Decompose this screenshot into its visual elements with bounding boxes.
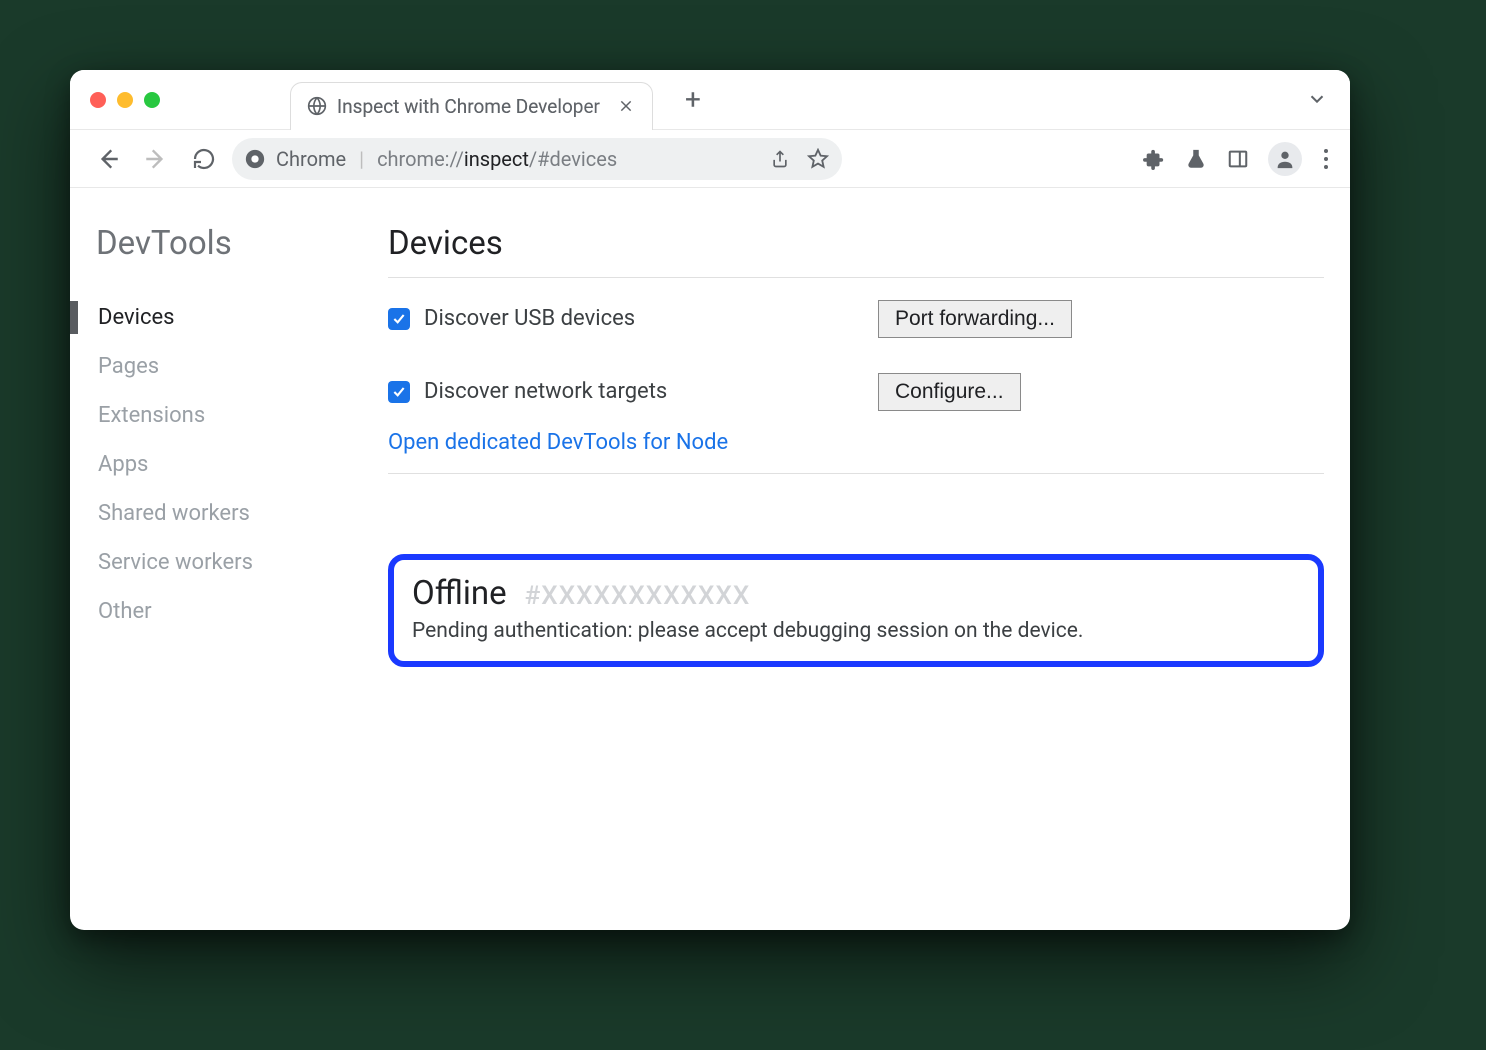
tab-strip: Inspect with Chrome Developer + — [70, 70, 1350, 130]
chrome-icon — [244, 148, 266, 170]
window-control-lights — [90, 92, 160, 108]
tab-title: Inspect with Chrome Developer — [337, 95, 600, 118]
profile-avatar[interactable] — [1268, 142, 1302, 176]
sidebar-item-devices[interactable]: Devices — [90, 293, 340, 342]
sidebar-item-service-workers[interactable]: Service workers — [90, 538, 340, 587]
divider — [388, 277, 1324, 278]
sidebar-item-label: Devices — [98, 305, 175, 330]
divider — [388, 473, 1324, 474]
sidebar-item-shared-workers[interactable]: Shared workers — [90, 489, 340, 538]
port-forwarding-button[interactable]: Port forwarding... — [878, 300, 1072, 338]
discover-usb-row: Discover USB devices Port forwarding... — [388, 306, 1324, 331]
browser-toolbar: Chrome | chrome://inspect/#devices — [70, 130, 1350, 188]
offline-device-id: #XXXXXXXXXXXX — [525, 581, 751, 611]
discover-usb-checkbox[interactable] — [388, 308, 410, 330]
chrome-menu-button[interactable] — [1320, 149, 1332, 169]
sidebar: DevTools Devices Pages Extensions Apps S… — [70, 224, 340, 930]
open-devtools-node-link[interactable]: Open dedicated DevTools for Node — [388, 430, 728, 455]
sidebar-item-label: Shared workers — [98, 501, 250, 526]
bookmark-star-icon[interactable] — [806, 147, 830, 171]
sidebar-title: DevTools — [90, 224, 340, 263]
close-tab-button[interactable] — [616, 96, 636, 116]
back-button[interactable] — [88, 139, 128, 179]
omnibox-divider: | — [359, 147, 364, 171]
main-panel: Devices Discover USB devices Port forwar… — [340, 224, 1350, 930]
extensions-icon[interactable] — [1142, 147, 1166, 171]
browser-window: Inspect with Chrome Developer + Chrome — [70, 70, 1350, 930]
offline-device-highlight: Offline #XXXXXXXXXXXX Pending authentica… — [388, 554, 1324, 667]
sidebar-item-label: Extensions — [98, 403, 205, 428]
close-window-button[interactable] — [90, 92, 106, 108]
discover-usb-label: Discover USB devices — [424, 306, 635, 331]
discover-network-checkbox[interactable] — [388, 381, 410, 403]
sidebar-item-label: Pages — [98, 354, 159, 379]
maximize-window-button[interactable] — [144, 92, 160, 108]
sidebar-item-label: Other — [98, 599, 152, 624]
forward-button[interactable] — [136, 139, 176, 179]
side-panel-icon[interactable] — [1226, 147, 1250, 171]
offline-status-title: Offline — [412, 574, 507, 613]
sidebar-item-apps[interactable]: Apps — [90, 440, 340, 489]
labs-icon[interactable] — [1184, 147, 1208, 171]
browser-tab[interactable]: Inspect with Chrome Developer — [290, 82, 653, 130]
sidebar-item-label: Service workers — [98, 550, 253, 575]
reload-button[interactable] — [184, 139, 224, 179]
share-icon[interactable] — [768, 147, 792, 171]
new-tab-button[interactable]: + — [675, 82, 711, 118]
sidebar-item-other[interactable]: Other — [90, 587, 340, 636]
sidebar-item-pages[interactable]: Pages — [90, 342, 340, 391]
sidebar-item-label: Apps — [98, 452, 148, 477]
minimize-window-button[interactable] — [117, 92, 133, 108]
discover-network-row: Discover network targets Configure... — [388, 379, 1324, 404]
page-title: Devices — [388, 224, 1324, 263]
configure-button[interactable]: Configure... — [878, 373, 1021, 411]
discover-network-label: Discover network targets — [424, 379, 667, 404]
offline-status-message: Pending authentication: please accept de… — [412, 619, 1300, 643]
address-bar[interactable]: Chrome | chrome://inspect/#devices — [232, 138, 842, 180]
sidebar-item-extensions[interactable]: Extensions — [90, 391, 340, 440]
page-content: DevTools Devices Pages Extensions Apps S… — [70, 188, 1350, 930]
globe-icon — [307, 96, 327, 116]
omnibox-scheme-label: Chrome — [276, 147, 346, 171]
tabs-menu-button[interactable] — [1306, 88, 1330, 112]
omnibox-url: chrome://inspect/#devices — [377, 147, 617, 171]
